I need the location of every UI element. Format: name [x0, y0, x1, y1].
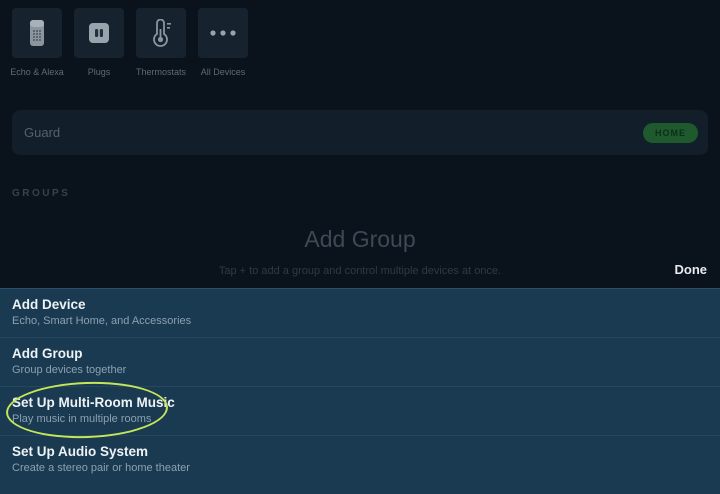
category-all-devices: All Devices [198, 8, 248, 77]
menu-item-title: Add Group [12, 346, 83, 361]
echo-alexa-tile[interactable] [12, 8, 62, 58]
echo-speaker-icon [25, 18, 49, 48]
add-actions-sheet: Add Device Echo, Smart Home, and Accesso… [0, 288, 720, 494]
groups-empty-state: Add Group Tap + to add a group and contr… [0, 226, 720, 277]
category-echo-alexa: Echo & Alexa [10, 8, 64, 77]
alexa-devices-screen: Echo & Alexa Plugs Thermostats All Devic… [0, 0, 720, 494]
guard-card[interactable]: Guard HOME [12, 110, 708, 155]
menu-item-title: Set Up Multi-Room Music [12, 395, 175, 410]
category-plugs: Plugs [74, 8, 124, 77]
menu-item-setup-multiroom-music[interactable]: Set Up Multi-Room Music Play music in mu… [0, 387, 720, 436]
menu-item-setup-audio-system[interactable]: Set Up Audio System Create a stereo pair… [0, 436, 720, 494]
category-label: Echo & Alexa [10, 67, 64, 77]
menu-item-add-device[interactable]: Add Device Echo, Smart Home, and Accesso… [0, 289, 720, 338]
menu-item-subtitle: Create a stereo pair or home theater [12, 462, 190, 474]
device-categories-row: Echo & Alexa Plugs Thermostats All Devic… [10, 8, 248, 77]
thermostats-tile[interactable] [136, 8, 186, 58]
groups-section-header: GROUPS [12, 188, 71, 199]
menu-item-title: Add Device [12, 297, 86, 312]
menu-item-subtitle: Play music in multiple rooms [12, 413, 152, 425]
category-label: Plugs [87, 67, 111, 77]
menu-item-subtitle: Group devices together [12, 364, 127, 376]
menu-item-subtitle: Echo, Smart Home, and Accessories [12, 315, 192, 327]
thermostat-icon [148, 19, 174, 47]
ellipsis-icon [209, 29, 237, 37]
plugs-tile[interactable] [74, 8, 124, 58]
menu-item-add-group[interactable]: Add Group Group devices together [0, 338, 720, 387]
all-devices-tile[interactable] [198, 8, 248, 58]
menu-item-title: Set Up Audio System [12, 444, 149, 459]
guard-label: Guard [24, 125, 61, 140]
category-label: Thermostats [136, 67, 187, 77]
category-label: All Devices [200, 67, 246, 77]
empty-state-subtitle: Tap + to add a group and control multipl… [218, 265, 502, 277]
guard-home-status-badge[interactable]: HOME [643, 122, 698, 143]
plug-icon [87, 21, 111, 45]
done-button[interactable]: Done [675, 262, 708, 277]
empty-state-title: Add Group [304, 226, 416, 252]
category-thermostats: Thermostats [136, 8, 186, 77]
